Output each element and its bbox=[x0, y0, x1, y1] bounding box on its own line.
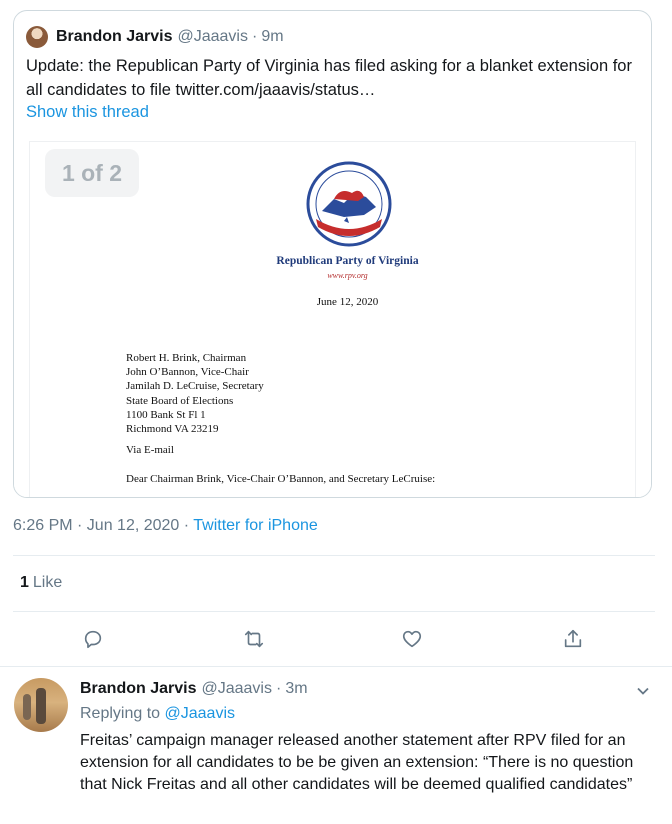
show-thread-link[interactable]: Show this thread bbox=[26, 103, 149, 122]
reply-timestamp[interactable]: 3m bbox=[285, 680, 307, 698]
address-line: John O’Bannon, Vice-Chair bbox=[126, 366, 249, 379]
reply-button[interactable] bbox=[80, 626, 106, 652]
likes-count[interactable]: 1 Like bbox=[20, 574, 62, 592]
quoted-timestamp[interactable]: 9m bbox=[261, 28, 283, 46]
media-pager-badge: 1 of 2 bbox=[45, 149, 139, 197]
document-org-name: Republican Party of Virginia bbox=[276, 255, 419, 267]
address-line: Robert H. Brink, Chairman bbox=[126, 352, 247, 364]
reply-icon bbox=[84, 630, 102, 649]
replying-to-label: Replying to bbox=[80, 705, 165, 722]
rpv-seal-logo bbox=[306, 161, 392, 247]
heart-icon bbox=[402, 630, 422, 648]
document-salutation: Dear Chairman Brink, Vice-Chair O’Bannon… bbox=[126, 473, 436, 485]
quoted-tweet-header: Brandon Jarvis @Jaaavis · 9m bbox=[26, 26, 284, 48]
quoted-author-name[interactable]: Brandon Jarvis bbox=[56, 28, 172, 46]
tweet-actions-bar bbox=[0, 626, 672, 654]
retweet-button[interactable] bbox=[241, 626, 267, 652]
document-date: June 12, 2020 bbox=[316, 296, 379, 308]
like-button[interactable] bbox=[399, 626, 425, 652]
reply-tweet-header: Brandon Jarvis @Jaaavis · 3m bbox=[80, 680, 308, 698]
divider bbox=[13, 611, 655, 612]
divider bbox=[0, 666, 672, 667]
tweet-source-link[interactable]: Twitter for iPhone bbox=[193, 517, 318, 534]
document-org-url: www.rpv.org bbox=[327, 271, 368, 280]
likes-number: 1 bbox=[20, 574, 29, 591]
address-line: State Board of Elections bbox=[126, 394, 234, 407]
document-via: Via E-mail bbox=[126, 444, 174, 456]
address-line: 1100 Bank St Fl 1 bbox=[126, 408, 206, 421]
quoted-avatar[interactable] bbox=[26, 26, 48, 48]
tweet-timestamp[interactable]: 6:26 PM · Jun 12, 2020 · bbox=[13, 517, 193, 534]
divider bbox=[13, 555, 655, 556]
chevron-down-icon bbox=[637, 687, 649, 695]
reply-avatar[interactable] bbox=[14, 678, 68, 732]
quoted-separator-dot: · bbox=[251, 28, 258, 45]
quoted-tweet-text: Update: the Republican Party of Virginia… bbox=[26, 57, 632, 99]
replying-to-handle[interactable]: @Jaaavis bbox=[165, 705, 236, 722]
share-icon bbox=[564, 629, 582, 648]
reply-author-name[interactable]: Brandon Jarvis bbox=[80, 680, 196, 698]
quoted-author-handle[interactable]: @Jaaavis bbox=[177, 28, 248, 46]
quoted-media[interactable]: Republican Party of Virginia www.rpv.org… bbox=[14, 141, 651, 497]
retweet-icon bbox=[244, 630, 264, 648]
reply-tweet-text: Freitas’ campaign manager released anoth… bbox=[80, 732, 634, 793]
replying-to: Replying to @Jaaavis bbox=[80, 705, 235, 723]
address-line: Jamilah D. LeCruise, Secretary bbox=[126, 380, 264, 393]
address-line: Richmond VA 23219 bbox=[126, 423, 219, 436]
likes-label: Like bbox=[32, 574, 63, 591]
document-address-block: Robert H. Brink, Chairman John O’Bannon,… bbox=[126, 351, 264, 436]
quoted-tweet-card[interactable]: Brandon Jarvis @Jaaavis · 9m Update: the… bbox=[13, 10, 652, 498]
share-button[interactable] bbox=[560, 626, 586, 652]
reply-separator-dot: · bbox=[275, 680, 282, 697]
reply-author-handle[interactable]: @Jaaavis bbox=[201, 680, 272, 698]
tweet-meta: 6:26 PM · Jun 12, 2020 · Twitter for iPh… bbox=[13, 517, 318, 535]
more-options-button[interactable] bbox=[636, 684, 650, 698]
